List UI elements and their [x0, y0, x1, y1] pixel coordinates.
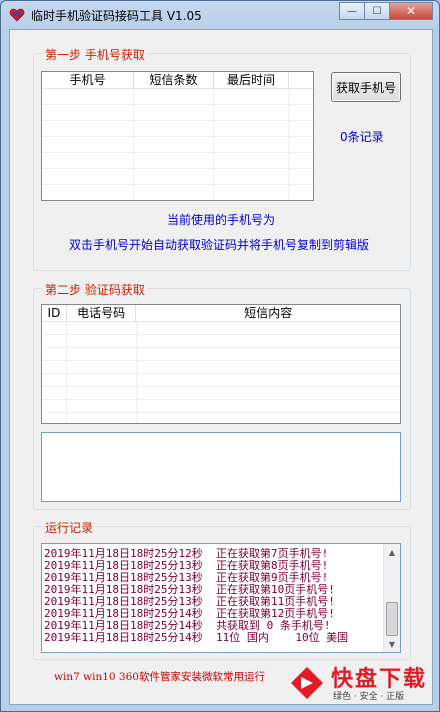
log-line: 2019年11月18日18时25分13秒 正在获取第10页手机号!	[44, 584, 335, 596]
sms-list-body	[42, 322, 400, 423]
phone-list-body	[42, 89, 313, 200]
log-group-title: 运行记录	[42, 519, 97, 536]
minimize-icon: —	[347, 5, 357, 17]
close-icon: ✕	[405, 4, 417, 18]
watermark: 快盘下载 绿色 · 安全 · 正版	[287, 661, 437, 705]
sms-detail-textbox[interactable]	[41, 432, 401, 502]
sms-list-header: ID 电话号码 短信内容	[42, 305, 400, 322]
heart-app-icon	[9, 8, 25, 22]
log-line: 2019年11月18日18时25分14秒 正在获取第12页手机号!	[44, 608, 335, 620]
step1-group-title: 第一步 手机号获取	[42, 46, 148, 63]
log-line: 2019年11月18日18时25分13秒 正在获取第9页手机号!	[44, 572, 329, 584]
scroll-thumb[interactable]	[386, 602, 398, 636]
log-line: 2019年11月18日18时25分13秒 正在获取第11页手机号!	[44, 596, 335, 608]
record-count: 0条记录	[340, 130, 384, 144]
sms-list[interactable]: ID 电话号码 短信内容	[41, 304, 401, 424]
column-phone-number[interactable]: 电话号码	[67, 305, 137, 321]
close-button[interactable]: ✕	[389, 2, 433, 20]
watermark-logo-icon	[291, 667, 323, 699]
footer-text: win7 win10 360软件管家安装微软常用运行	[54, 671, 265, 683]
phone-number-list[interactable]: 手机号 短信条数 最后时间	[41, 71, 314, 201]
log-line: 2019年11月18日18时25分12秒 正在获取第7页手机号!	[44, 548, 329, 560]
current-phone-label: 当前使用的手机号为	[167, 213, 276, 227]
log-line: 2019年11月18日18时25分14秒 共获取到 0 条手机号!	[44, 620, 331, 632]
scroll-down-arrow-icon[interactable]: ▼	[384, 636, 400, 652]
usage-hint: 双击手机号开始自动获取验证码并将手机号复制到剪辑版	[69, 238, 370, 252]
log-line: 2019年11月18日18时25分14秒 11位 国内 10位 美国	[44, 632, 349, 644]
client-area: 第一步 手机号获取 手机号 短信条数 最后时间 获取手机号 0条记录 当前使用的…	[9, 29, 433, 705]
watermark-tagline: 绿色 · 安全 · 正版	[333, 692, 405, 702]
log-line: 2019年11月18日18时25分13秒 正在获取第8页手机号!	[44, 560, 329, 572]
phone-list-header: 手机号 短信条数 最后时间	[42, 72, 313, 89]
app-window: 临时手机验证码接码工具 V1.05 — ☐ ✕ 第一步 手机号获取 手机号 短信…	[0, 0, 440, 712]
column-id[interactable]: ID	[42, 305, 67, 321]
log-scrollbar[interactable]: ▲ ▼	[383, 544, 400, 652]
scroll-up-arrow-icon[interactable]: ▲	[384, 544, 400, 560]
column-filler	[289, 72, 313, 88]
column-sms-content[interactable]: 短信内容	[136, 305, 400, 321]
minimize-button[interactable]: —	[339, 2, 365, 20]
maximize-button[interactable]: ☐	[364, 2, 390, 20]
get-phone-button[interactable]: 获取手机号	[331, 72, 401, 102]
column-last-time[interactable]: 最后时间	[214, 72, 289, 88]
column-sms-count[interactable]: 短信条数	[134, 72, 214, 88]
maximize-icon: ☐	[372, 5, 382, 17]
step2-group-title: 第二步 验证码获取	[42, 281, 148, 298]
log-lines: 2019年11月18日18时25分12秒 正在获取第7页手机号! 2019年11…	[44, 548, 382, 644]
title-bar[interactable]: 临时手机验证码接码工具 V1.05 — ☐ ✕	[1, 1, 439, 29]
run-log[interactable]: 2019年11月18日18时25分12秒 正在获取第7页手机号! 2019年11…	[41, 543, 401, 653]
window-title: 临时手机验证码接码工具 V1.05	[31, 9, 202, 23]
column-phone[interactable]: 手机号	[42, 72, 134, 88]
